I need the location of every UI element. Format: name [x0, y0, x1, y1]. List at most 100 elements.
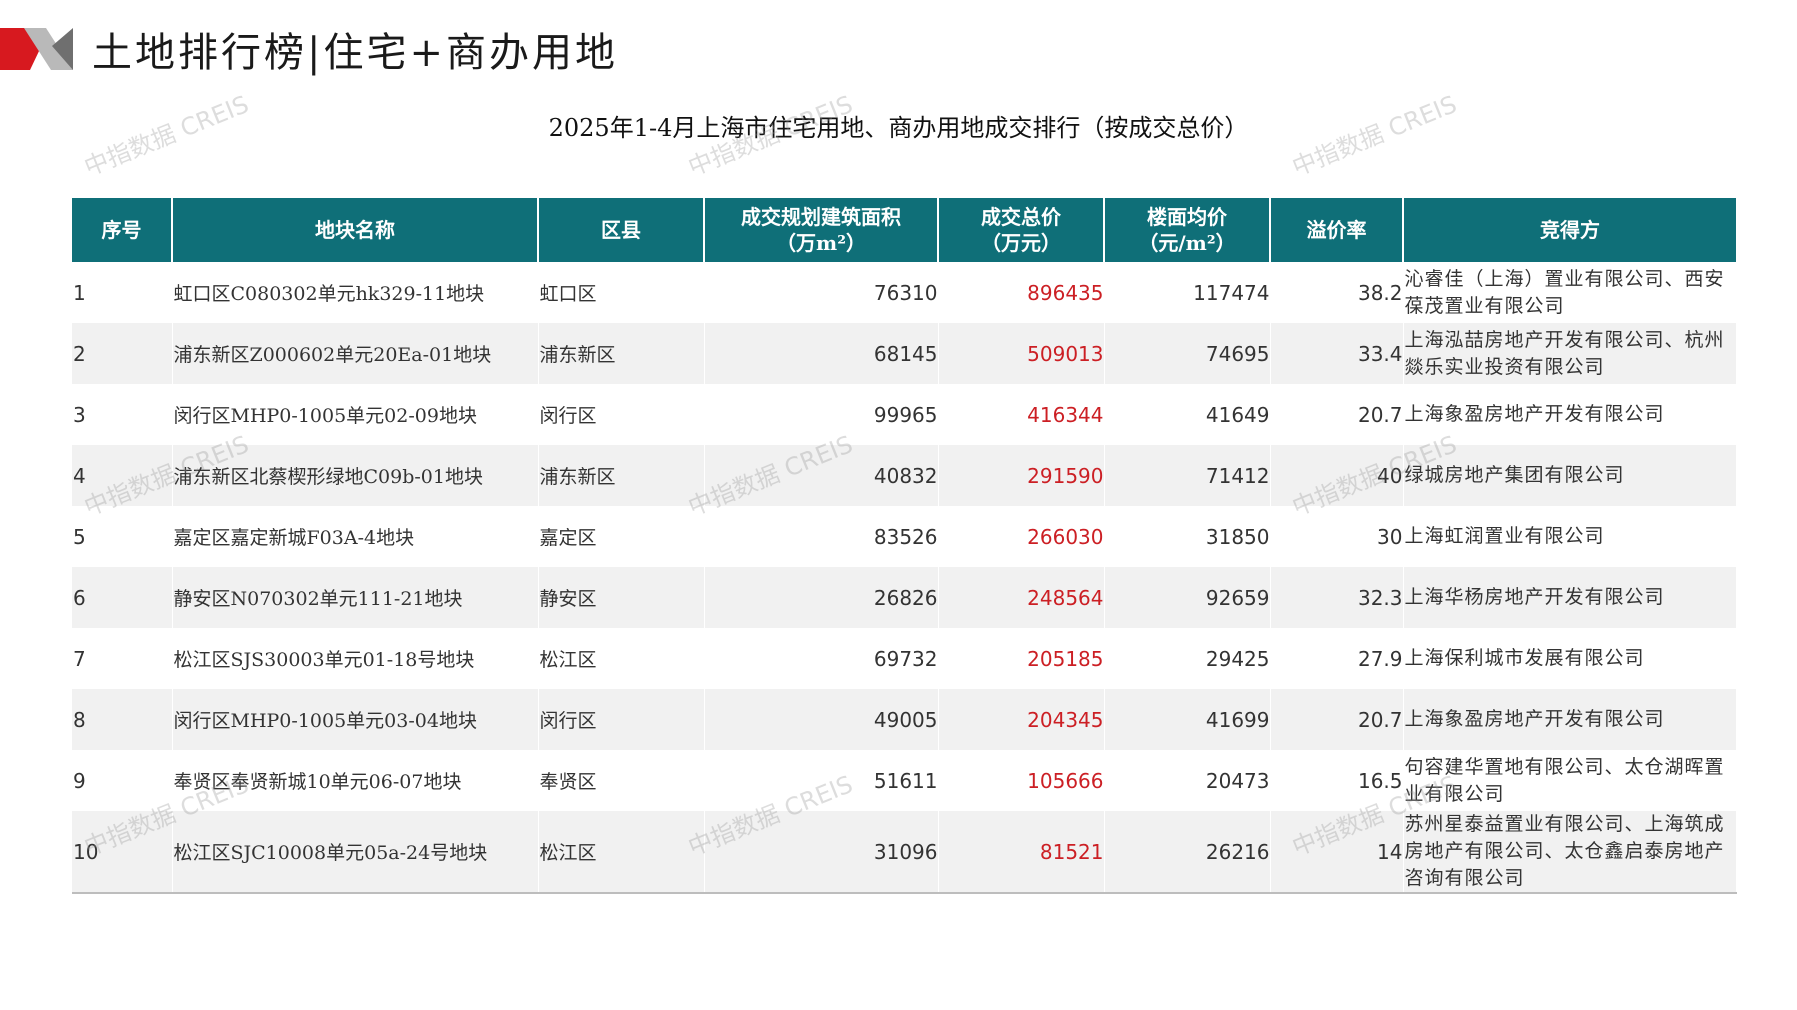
header-unit-price: 楼面均价 （元/m²）: [1104, 198, 1271, 262]
cell-premium: 32.3: [1270, 567, 1404, 628]
table-row: 3 闵行区MHP0-1005单元02-09地块 闵行区 99965 416344…: [72, 384, 1737, 445]
cell-area: 40832: [704, 445, 939, 506]
cell-total: 266030: [938, 506, 1105, 567]
header-total: 成交总价 （万元）: [938, 198, 1105, 262]
cell-name: 浦东新区Z000602单元20Ea-01地块: [172, 323, 539, 384]
cell-name: 闵行区MHP0-1005单元02-09地块: [172, 384, 539, 445]
cell-total: 416344: [938, 384, 1105, 445]
cell-name: 奉贤区奉贤新城10单元06-07地块: [172, 750, 539, 811]
cell-area: 99965: [704, 384, 939, 445]
cell-buyer: 上海泓喆房地产开发有限公司、杭州燚乐实业投资有限公司: [1403, 323, 1737, 384]
cell-area: 51611: [704, 750, 939, 811]
cell-total: 509013: [938, 323, 1105, 384]
cell-buyer: 上海象盈房地产开发有限公司: [1403, 689, 1737, 750]
cell-premium: 20.7: [1270, 689, 1404, 750]
cell-total: 205185: [938, 628, 1105, 689]
table-row: 7 松江区SJS30003单元01-18号地块 松江区 69732 205185…: [72, 628, 1737, 689]
cell-rank: 4: [72, 445, 173, 506]
cell-buyer: 上海华杨房地产开发有限公司: [1403, 567, 1737, 628]
cell-total: 105666: [938, 750, 1105, 811]
header-unit-unit: （元/m²）: [1138, 231, 1236, 255]
cell-premium: 38.2: [1270, 262, 1404, 323]
table-row: 4 浦东新区北蔡楔形绿地C09b-01地块 浦东新区 40832 291590 …: [72, 445, 1737, 506]
cell-district: 浦东新区: [538, 323, 705, 384]
cell-total: 204345: [938, 689, 1105, 750]
cell-unit-price: 92659: [1104, 567, 1271, 628]
header-premium: 溢价率: [1270, 198, 1404, 262]
cell-total: 248564: [938, 567, 1105, 628]
header-area: 成交规划建筑面积 （万m²）: [704, 198, 939, 262]
cell-unit-price: 71412: [1104, 445, 1271, 506]
cell-buyer: 句容建华置地有限公司、太仓湖晖置业有限公司: [1403, 750, 1737, 811]
header-name: 地块名称: [172, 198, 539, 262]
cell-total: 896435: [938, 262, 1105, 323]
cell-premium: 16.5: [1270, 750, 1404, 811]
cell-rank: 10: [72, 811, 173, 894]
cell-district: 奉贤区: [538, 750, 705, 811]
header-total-unit: （万元）: [981, 231, 1061, 255]
cell-district: 松江区: [538, 811, 705, 894]
cell-premium: 33.4: [1270, 323, 1404, 384]
cell-unit-price: 20473: [1104, 750, 1271, 811]
table-row: 2 浦东新区Z000602单元20Ea-01地块 浦东新区 68145 5090…: [72, 323, 1737, 384]
cell-district: 静安区: [538, 567, 705, 628]
table-header-row: 序号 地块名称 区县 成交规划建筑面积 （万m²） 成交总价 （万元） 楼面均价 （元…: [72, 198, 1736, 262]
header-buyer: 竞得方: [1403, 198, 1736, 262]
cell-area: 26826: [704, 567, 939, 628]
cell-premium: 30: [1270, 506, 1404, 567]
land-ranking-table: 序号 地块名称 区县 成交规划建筑面积 （万m²） 成交总价 （万元） 楼面均价 （元…: [72, 198, 1737, 894]
cell-rank: 5: [72, 506, 173, 567]
header-area-line1: 成交规划建筑面积: [741, 205, 901, 229]
cell-rank: 3: [72, 384, 173, 445]
table-row: 1 虹口区C080302单元hk329-11地块 虹口区 76310 89643…: [72, 262, 1737, 323]
cell-area: 31096: [704, 811, 939, 894]
cell-area: 49005: [704, 689, 939, 750]
header-area-unit: （万m²）: [776, 231, 866, 255]
cell-area: 69732: [704, 628, 939, 689]
cell-unit-price: 29425: [1104, 628, 1271, 689]
cell-premium: 14: [1270, 811, 1404, 894]
cell-premium: 20.7: [1270, 384, 1404, 445]
cell-unit-price: 41649: [1104, 384, 1271, 445]
table-row: 8 闵行区MHP0-1005单元03-04地块 闵行区 49005 204345…: [72, 689, 1737, 750]
cell-district: 闵行区: [538, 384, 705, 445]
cell-rank: 1: [72, 262, 173, 323]
cell-buyer: 绿城房地产集团有限公司: [1403, 445, 1737, 506]
cell-unit-price: 117474: [1104, 262, 1271, 323]
cell-premium: 27.9: [1270, 628, 1404, 689]
cell-rank: 9: [72, 750, 173, 811]
cell-unit-price: 31850: [1104, 506, 1271, 567]
cell-buyer: 上海保利城市发展有限公司: [1403, 628, 1737, 689]
cell-unit-price: 41699: [1104, 689, 1271, 750]
cell-rank: 8: [72, 689, 173, 750]
cell-name: 松江区SJC10008单元05a-24号地块: [172, 811, 539, 894]
brand-logo-mark: [0, 28, 73, 70]
cell-rank: 6: [72, 567, 173, 628]
cell-premium: 40: [1270, 445, 1404, 506]
cell-total: 81521: [938, 811, 1105, 894]
table-caption: 2025年1-4月上海市住宅用地、商办用地成交排行（按成交总价）: [548, 114, 1249, 142]
cell-name: 浦东新区北蔡楔形绿地C09b-01地块: [172, 445, 539, 506]
cell-buyer: 沁睿佳（上海）置业有限公司、西安葆茂置业有限公司: [1403, 262, 1737, 323]
header-unit-line1: 楼面均价: [1147, 205, 1227, 229]
cell-district: 嘉定区: [538, 506, 705, 567]
cell-rank: 2: [72, 323, 173, 384]
header-district: 区县: [538, 198, 705, 262]
cell-area: 68145: [704, 323, 939, 384]
table-row: 6 静安区N070302单元111-21地块 静安区 26826 248564 …: [72, 567, 1737, 628]
cell-name: 松江区SJS30003单元01-18号地块: [172, 628, 539, 689]
cell-district: 虹口区: [538, 262, 705, 323]
cell-district: 闵行区: [538, 689, 705, 750]
header-total-line1: 成交总价: [981, 205, 1061, 229]
cell-rank: 7: [72, 628, 173, 689]
cell-unit-price: 26216: [1104, 811, 1271, 894]
cell-district: 浦东新区: [538, 445, 705, 506]
table-row: 5 嘉定区嘉定新城F03A-4地块 嘉定区 83526 266030 31850…: [72, 506, 1737, 567]
cell-name: 静安区N070302单元111-21地块: [172, 567, 539, 628]
cell-name: 虹口区C080302单元hk329-11地块: [172, 262, 539, 323]
cell-name: 嘉定区嘉定新城F03A-4地块: [172, 506, 539, 567]
cell-buyer: 上海虹润置业有限公司: [1403, 506, 1737, 567]
cell-total: 291590: [938, 445, 1105, 506]
cell-area: 83526: [704, 506, 939, 567]
page-title: 土地排行榜|住宅+商办用地: [92, 30, 618, 76]
